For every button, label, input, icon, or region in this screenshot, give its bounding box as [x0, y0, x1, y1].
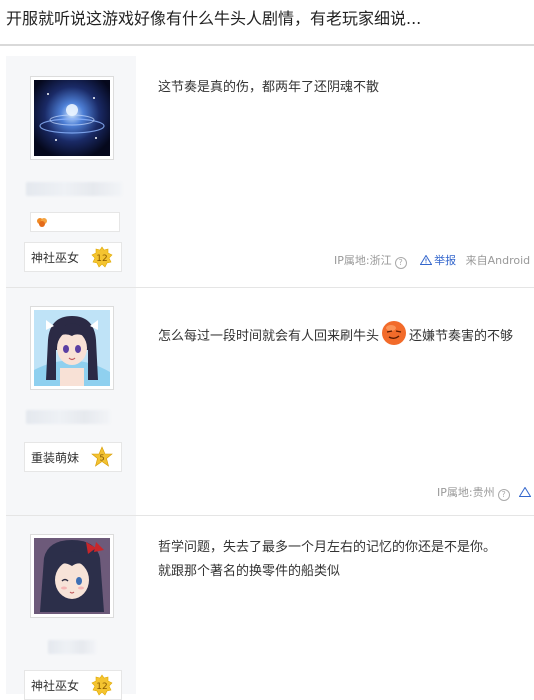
user-badge: [30, 212, 120, 232]
post-3: 神社巫女 12 哲学问题，失去了最多一个月左右的记忆的你还是不是你。 就跟那个著…: [6, 516, 534, 700]
username-blurred[interactable]: [26, 410, 110, 424]
username-blurred[interactable]: [48, 640, 96, 654]
content-text-continued: 还嫌节奏害的不够: [409, 329, 514, 344]
ip-location: IP属地:浙江: [334, 254, 392, 267]
ip-location: IP属地:贵州: [437, 486, 495, 499]
level-tag[interactable]: 重装萌妹 5: [24, 442, 122, 472]
level-badge-icon: 12: [91, 674, 113, 696]
thread-title: 开服就听说这游戏好像有什么牛头人剧情，有老玩家细说...: [6, 9, 422, 28]
content-line: 这节奏是真的伤，都两年了还阴魂不散: [158, 80, 380, 95]
post-content: 哲学问题，失去了最多一个月左右的记忆的你还是不是你。 就跟那个著名的换零件的船类…: [158, 536, 496, 584]
help-icon[interactable]: ?: [394, 257, 407, 269]
content-text: 怎么每过一段时间就会有人回来刷牛头: [158, 329, 380, 344]
level-badge-icon: 12: [91, 246, 113, 268]
level-tag[interactable]: 神社巫女 12: [24, 670, 122, 700]
content-line: 哲学问题，失去了最多一个月左右的记忆的你还是不是你。: [158, 540, 497, 555]
anime-girl-wink-avatar-icon: [34, 538, 110, 614]
flower-icon: [37, 218, 47, 227]
level-title: 神社巫女: [31, 679, 80, 693]
post-content: 这节奏是真的伤，都两年了还阴魂不散: [158, 76, 379, 100]
level-tag[interactable]: 神社巫女 12: [24, 242, 122, 272]
warning-icon: [420, 255, 433, 265]
post-meta: IP属地:贵州?: [437, 484, 533, 501]
author-column: 重装萌妹 5: [6, 288, 136, 515]
post-2: 重装萌妹 5 怎么每过一段时间就会有人回来刷牛头 还嫌节奏害的不够 IP属地:贵…: [6, 288, 534, 516]
author-column: 神社巫女 12: [6, 56, 136, 287]
level-title: 神社巫女: [31, 251, 80, 265]
galaxy-avatar-icon: [34, 80, 110, 156]
report-link[interactable]: 举报: [420, 254, 460, 267]
post-content: 怎么每过一段时间就会有人回来刷牛头 还嫌节奏害的不够: [158, 320, 513, 349]
level-number: 12: [96, 254, 107, 264]
author-column: 神社巫女 12: [6, 516, 136, 700]
post-1: 神社巫女 12 这节奏是真的伤，都两年了还阴魂不散 IP属地:浙江? 举报 来自…: [6, 56, 534, 288]
help-icon[interactable]: ?: [497, 489, 510, 501]
level-badge-icon: 5: [91, 446, 113, 467]
post-source: 来自Android: [465, 254, 531, 267]
level-title: 重装萌妹: [31, 451, 80, 465]
anime-girl-avatar-icon: [34, 310, 110, 386]
avatar[interactable]: [30, 534, 114, 618]
warning-icon[interactable]: [519, 487, 532, 497]
level-number: 5: [99, 454, 104, 463]
smug-face-emoji-icon: [382, 321, 407, 345]
username-blurred[interactable]: [26, 182, 122, 196]
content-line: 就跟那个著名的换零件的船类似: [158, 564, 341, 579]
avatar[interactable]: [30, 76, 114, 160]
post-meta: IP属地:浙江? 举报 来自Android: [334, 252, 530, 269]
level-number: 12: [96, 682, 107, 692]
avatar[interactable]: [30, 306, 114, 390]
title-divider: [0, 44, 534, 46]
